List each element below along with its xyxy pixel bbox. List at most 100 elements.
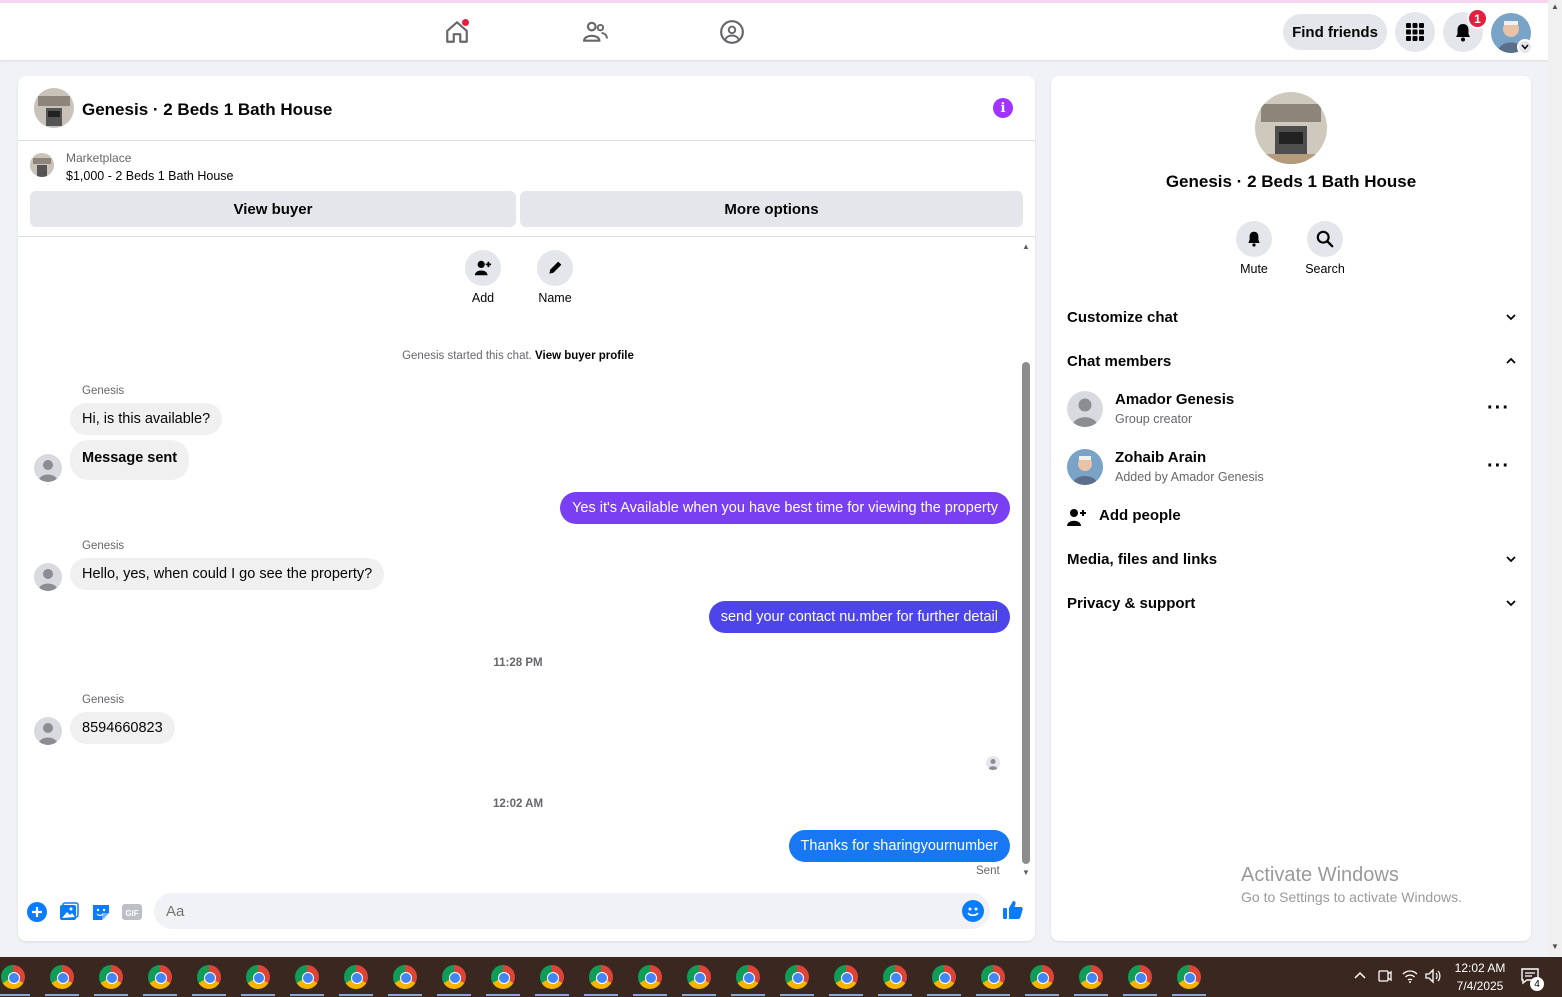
chrome-taskbar-icon[interactable] [1128, 965, 1152, 989]
chrome-taskbar-icon[interactable] [1030, 965, 1054, 989]
pencil-icon[interactable] [537, 250, 573, 286]
chrome-taskbar-icon[interactable] [736, 965, 760, 989]
chrome-taskbar-icon[interactable] [1177, 965, 1201, 989]
listing-price-title[interactable]: $1,000 - 2 Beds 1 Bath House [66, 169, 233, 183]
member-name: Zohaib Arain [1115, 449, 1207, 466]
listing-thumbnail[interactable] [34, 88, 74, 128]
outgoing-message[interactable]: Yes it's Available when you have best ti… [560, 492, 1010, 524]
chat-scrollbar-thumb[interactable] [1022, 362, 1030, 864]
sender-avatar[interactable] [34, 563, 62, 591]
volume-icon[interactable] [1424, 968, 1442, 984]
groups-icon[interactable] [717, 17, 747, 47]
view-buyer-profile-link[interactable]: View buyer profile [535, 350, 634, 362]
chat-started-notice: Genesis started this chat. View buyer pr… [18, 350, 1018, 362]
add-action-label: Add [471, 291, 495, 305]
chrome-taskbar-icon[interactable] [540, 965, 564, 989]
find-friends-button[interactable]: Find friends [1283, 14, 1387, 50]
chat-members-label: Chat members [1067, 353, 1172, 370]
marketplace-thumbnail[interactable] [30, 153, 54, 177]
chrome-taskbar-icon[interactable] [638, 965, 662, 989]
message-input[interactable] [154, 893, 990, 929]
chat-title[interactable]: Genesis · 2 Beds 1 Bath House [82, 100, 332, 120]
sender-avatar[interactable] [34, 717, 62, 745]
gif-icon[interactable]: GIF [121, 901, 143, 923]
chrome-taskbar-icon[interactable] [785, 965, 809, 989]
page-scrollbar[interactable]: ▲ ▼ [1548, 0, 1562, 957]
chat-scroll-down-icon[interactable]: ▼ [1022, 868, 1030, 877]
chrome-taskbar-icon[interactable] [442, 965, 466, 989]
taskbar-date[interactable]: 7/4/2025 [1452, 979, 1508, 993]
chevron-down-icon [1506, 556, 1516, 563]
incoming-message[interactable]: Hello, yes, when could I go see the prop… [70, 558, 385, 590]
chrome-taskbar-icon[interactable] [834, 965, 858, 989]
chat-started-text: Genesis started this chat. [402, 350, 536, 362]
photo-icon[interactable] [58, 901, 80, 923]
friends-icon[interactable] [580, 17, 610, 47]
chrome-taskbar-icon[interactable] [687, 965, 711, 989]
chrome-taskbar-icon[interactable] [197, 965, 221, 989]
outgoing-message[interactable]: Thanks for sharingyournumber [788, 830, 1010, 862]
sender-avatar[interactable] [34, 454, 62, 482]
incoming-message[interactable]: 8594660823 [70, 712, 175, 744]
mute-bell-icon[interactable] [1236, 221, 1272, 257]
scroll-up-arrow-icon[interactable]: ▲ [1551, 2, 1559, 11]
taskbar-active-indicator [45, 994, 79, 996]
home-icon[interactable] [442, 17, 472, 47]
outgoing-message[interactable]: send your contact nu.mber for further de… [708, 601, 1010, 633]
chrome-taskbar-icon[interactable] [393, 965, 417, 989]
chrome-taskbar-icon[interactable] [589, 965, 613, 989]
member-item[interactable]: Amador Genesis Group creator ··· [1067, 391, 1517, 435]
info-icon[interactable]: i [993, 98, 1013, 118]
conversation-photo[interactable] [1255, 92, 1327, 164]
message-thread[interactable]: Add Name Genesis started this chat. View… [18, 238, 1035, 888]
marketplace-listing-bar: Marketplace $1,000 - 2 Beds 1 Bath House… [18, 141, 1035, 237]
tray-chevron-up-icon[interactable] [1353, 970, 1367, 980]
search-label: Search [1305, 262, 1345, 276]
sticker-icon[interactable] [90, 901, 112, 923]
sender-name: Genesis [82, 540, 125, 552]
privacy-support-section[interactable]: Privacy & support [1067, 595, 1517, 612]
timestamp: 11:28 PM [493, 657, 543, 669]
more-options-button[interactable]: More options [520, 191, 1023, 227]
scroll-down-arrow-icon[interactable]: ▼ [1551, 942, 1559, 951]
add-person-icon[interactable] [465, 250, 501, 286]
media-files-links-section[interactable]: Media, files and links [1067, 551, 1517, 568]
chrome-taskbar-icon[interactable] [981, 965, 1005, 989]
chat-scroll-up-icon[interactable]: ▲ [1022, 242, 1030, 251]
customize-chat-section[interactable]: Customize chat [1067, 309, 1517, 326]
chrome-taskbar-icon[interactable] [295, 965, 319, 989]
emoji-icon[interactable] [962, 900, 984, 922]
chrome-taskbar-icon[interactable] [1079, 965, 1103, 989]
view-buyer-button[interactable]: View buyer [30, 191, 516, 227]
search-icon[interactable] [1307, 221, 1343, 257]
incoming-message[interactable]: Message sent [70, 440, 190, 480]
member-avatar[interactable] [1067, 391, 1103, 427]
mute-label: Mute [1240, 262, 1268, 276]
meet-now-icon[interactable] [1377, 968, 1393, 984]
more-options-icon[interactable]: ··· [1487, 455, 1510, 478]
taskbar-time[interactable]: 12:02 AM [1452, 961, 1508, 975]
taskbar-active-indicator [94, 994, 128, 996]
chrome-taskbar-icon[interactable] [491, 965, 515, 989]
chrome-taskbar-icon[interactable] [148, 965, 172, 989]
member-item[interactable]: Zohaib Arain Added by Amador Genesis ··· [1067, 449, 1517, 493]
account-chevron-down-icon[interactable] [1517, 39, 1533, 55]
chrome-taskbar-icon[interactable] [50, 965, 74, 989]
chrome-taskbar-icon[interactable] [883, 965, 907, 989]
chrome-taskbar-icon[interactable] [1, 965, 25, 989]
chrome-taskbar-icon[interactable] [246, 965, 270, 989]
chat-members-section[interactable]: Chat members [1067, 353, 1517, 370]
chat-scrollbar[interactable]: ▲ ▼ [1020, 242, 1032, 882]
more-options-icon[interactable]: ··· [1487, 397, 1510, 420]
wifi-icon[interactable] [1401, 968, 1419, 984]
chrome-taskbar-icon[interactable] [99, 965, 123, 989]
chrome-taskbar-icon[interactable] [932, 965, 956, 989]
member-avatar[interactable] [1067, 449, 1103, 485]
incoming-message[interactable]: Hi, is this available? [70, 403, 223, 435]
menu-grid-icon[interactable] [1395, 12, 1435, 52]
taskbar-active-indicator [976, 994, 1010, 996]
plus-circle-icon[interactable] [26, 901, 48, 923]
thumbs-up-icon[interactable] [1002, 899, 1024, 921]
taskbar-active-indicator [682, 994, 716, 996]
chrome-taskbar-icon[interactable] [344, 965, 368, 989]
